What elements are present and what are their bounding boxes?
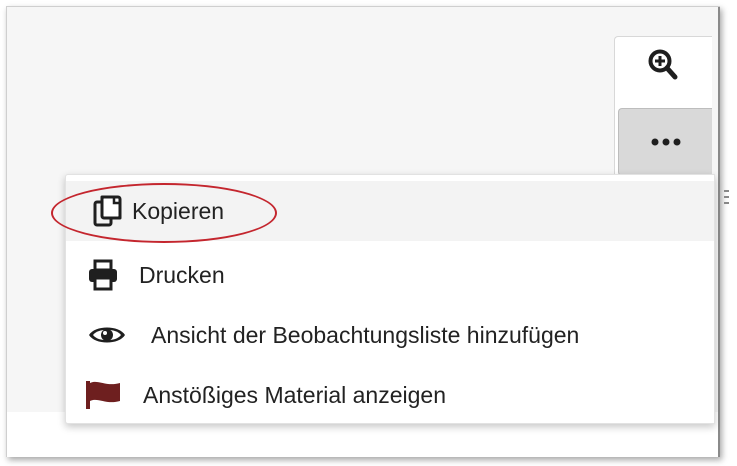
menu-item-copy[interactable]: Kopieren — [66, 181, 714, 241]
scrollbar-grip-icon — [724, 190, 730, 204]
zoom-in-icon — [648, 49, 678, 86]
menu-item-label: Drucken — [139, 261, 225, 288]
zoom-in-button[interactable] — [614, 36, 711, 98]
ellipsis-icon — [651, 133, 681, 151]
menu-item-watchlist[interactable]: Ansicht der Beobachtungsliste hinzufügen — [66, 305, 714, 365]
print-icon — [83, 259, 123, 291]
menu-item-label: Ansicht der Beobachtungsliste hinzufügen — [151, 321, 580, 348]
menu-item-print[interactable]: Drucken — [66, 245, 714, 305]
menu-item-report[interactable]: Anstößiges Material anzeigen — [66, 365, 714, 425]
more-options-button[interactable] — [618, 108, 712, 176]
window-edge — [718, 7, 720, 457]
flag-icon — [83, 379, 123, 411]
menu-item-label: Kopieren — [132, 197, 225, 224]
menu-item-label: Anstößiges Material anzeigen — [143, 381, 446, 408]
options-menu: Kopieren Drucken Ansicht der Beobachtung… — [65, 174, 715, 424]
copy-icon — [88, 194, 128, 228]
eye-icon — [83, 322, 131, 348]
